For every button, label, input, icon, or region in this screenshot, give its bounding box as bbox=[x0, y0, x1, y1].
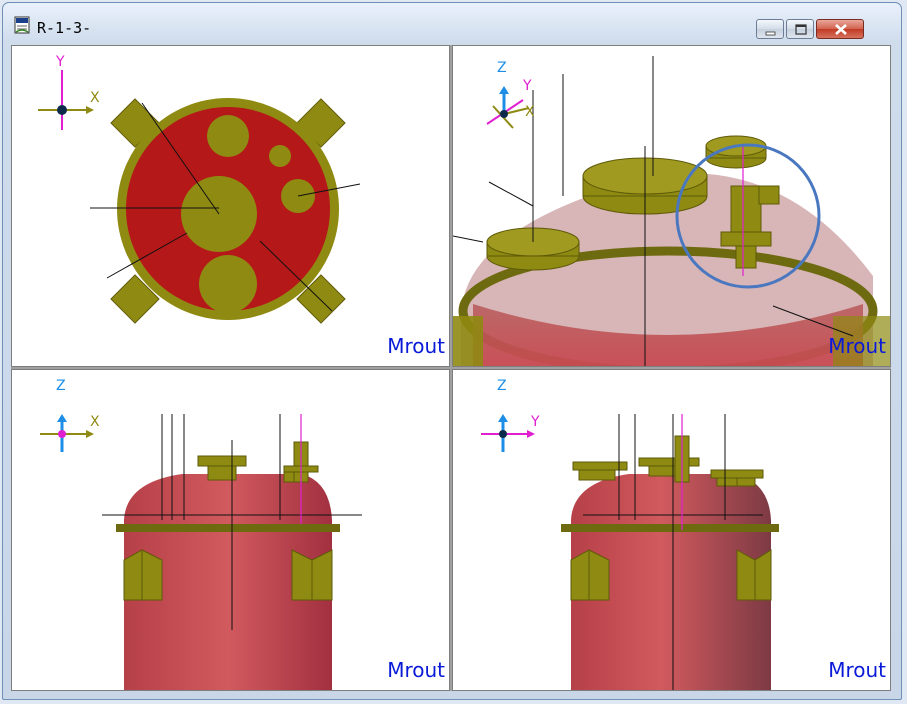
axis-label-x: X bbox=[525, 104, 535, 120]
flange-band bbox=[561, 524, 779, 532]
maximize-icon bbox=[795, 24, 807, 35]
axis-label-y: Y bbox=[530, 414, 540, 430]
close-button[interactable] bbox=[816, 19, 864, 39]
close-icon bbox=[835, 24, 847, 35]
axis-label-x: X bbox=[90, 414, 100, 430]
viewport-label: Mrout bbox=[828, 334, 886, 358]
viewport-side[interactable]: Z Y Mrout bbox=[452, 369, 891, 691]
vessel-iso-view: Z Y X bbox=[453, 56, 890, 366]
title-bar[interactable]: R-1-3- bbox=[3, 3, 901, 43]
viewport-label: Mrout bbox=[387, 334, 445, 358]
axis-triad-top bbox=[38, 70, 94, 130]
viewport-iso[interactable]: Z Y X Mrout bbox=[452, 45, 891, 367]
viewport-grid: Y X Mrout Z Y X Mrout Z X Mrout Z Y Mrou… bbox=[11, 45, 891, 691]
document-icon bbox=[14, 16, 30, 34]
axis-label-y: Y bbox=[55, 54, 65, 70]
axis-label-y: Y bbox=[522, 78, 532, 94]
minimize-button[interactable] bbox=[756, 19, 784, 39]
axis-label-z: Z bbox=[497, 378, 507, 394]
vessel-side-view: Z Y bbox=[481, 378, 779, 690]
application-window: R-1-3- Y X Mrout Z Y X Mrout Z X Mrout Z… bbox=[2, 2, 902, 700]
vessel-top-view: Y X bbox=[38, 54, 361, 324]
viewport-label: Mrout bbox=[828, 658, 886, 682]
axis-label-x: X bbox=[90, 90, 100, 106]
axis-label-z: Z bbox=[497, 60, 507, 76]
axis-triad-front bbox=[40, 414, 94, 452]
minimize-icon bbox=[765, 31, 776, 36]
axis-triad-side bbox=[481, 414, 535, 452]
viewport-top[interactable]: Y X Mrout bbox=[11, 45, 450, 367]
viewport-label: Mrout bbox=[387, 658, 445, 682]
viewport-front[interactable]: Z X Mrout bbox=[11, 369, 450, 691]
window-title: R-1-3- bbox=[37, 19, 92, 37]
axis-label-z: Z bbox=[56, 378, 66, 394]
maximize-button[interactable] bbox=[786, 19, 814, 39]
flange-band bbox=[116, 524, 340, 532]
vessel-front-view: Z X bbox=[40, 378, 362, 690]
